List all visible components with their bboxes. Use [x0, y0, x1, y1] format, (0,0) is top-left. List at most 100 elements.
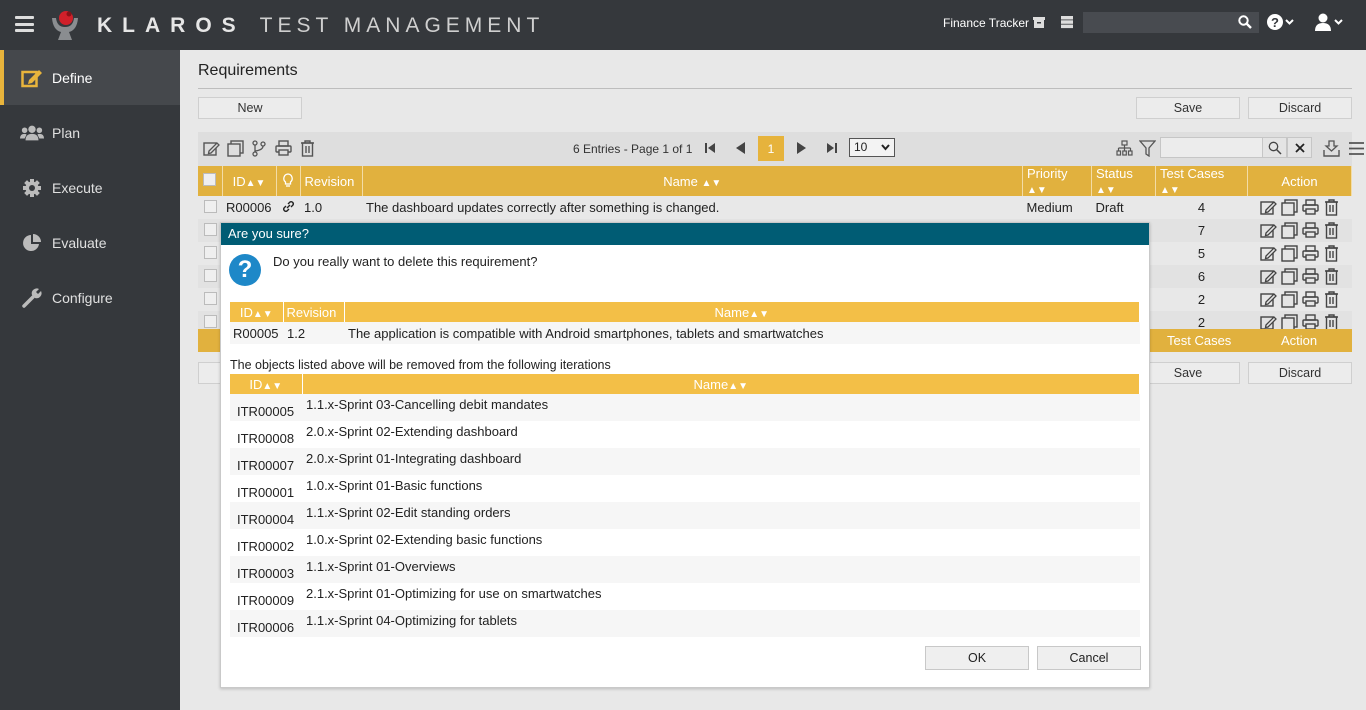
print-icon[interactable] — [1301, 291, 1319, 308]
edit-icon[interactable] — [1259, 291, 1277, 308]
column-menu-icon[interactable] — [1348, 140, 1365, 157]
column-priority[interactable]: Priority ▲▼ — [1022, 166, 1092, 196]
select-all-header[interactable] — [198, 166, 223, 196]
column-label: Status — [1096, 166, 1133, 181]
duplicate-icon[interactable] — [1280, 291, 1298, 308]
edit-icon[interactable] — [203, 140, 220, 157]
discard-button[interactable]: Discard — [1248, 97, 1352, 119]
save-button-bottom[interactable]: Save — [1136, 362, 1240, 384]
column-name[interactable]: Name▲▼ — [302, 374, 1140, 394]
delete-icon[interactable] — [1323, 268, 1340, 285]
row-checkbox[interactable] — [203, 268, 217, 282]
column-id[interactable]: ID▲▼ — [222, 166, 277, 196]
row-select-cell[interactable] — [198, 265, 222, 288]
row-select-cell[interactable] — [198, 288, 222, 311]
row-checkbox[interactable] — [203, 314, 217, 328]
duplicate-icon[interactable] — [1280, 199, 1298, 216]
select-all-checkbox[interactable] — [203, 173, 217, 186]
previous-page-icon[interactable] — [733, 141, 747, 155]
question-icon: ? — [229, 254, 261, 286]
table-header-row: ID▲▼ Revision Name▲▼ — [230, 302, 1140, 322]
row-checkbox[interactable] — [203, 291, 217, 305]
new-button[interactable]: New — [198, 97, 302, 119]
row-select-cell[interactable] — [198, 242, 222, 265]
row-select-cell[interactable] — [198, 196, 222, 219]
last-page-icon[interactable] — [825, 141, 839, 155]
sidebar-item-configure[interactable]: Configure — [0, 270, 180, 325]
edit-icon[interactable] — [1259, 245, 1277, 262]
row-checkbox[interactable] — [203, 222, 217, 236]
print-icon[interactable] — [1301, 268, 1319, 285]
archive-icon[interactable] — [1032, 15, 1046, 29]
link-icon[interactable] — [282, 200, 295, 213]
delete-icon[interactable] — [1323, 222, 1340, 239]
column-name[interactable]: Name▲▼ — [344, 302, 1140, 322]
next-page-icon[interactable] — [795, 141, 809, 155]
delete-icon[interactable] — [1323, 245, 1340, 262]
first-page-icon[interactable] — [703, 141, 717, 155]
iteration-row: ITR00009 2.1.x-Sprint 01-Optimizing for u… — [230, 583, 1140, 610]
branch-icon[interactable] — [251, 140, 268, 157]
requirement-revision: 1.2 — [283, 322, 344, 344]
column-revision[interactable]: Revision — [300, 166, 363, 196]
edit-icon[interactable] — [1259, 222, 1277, 239]
delete-icon[interactable] — [1323, 291, 1340, 308]
sidebar-item-plan[interactable]: Plan — [0, 105, 180, 160]
title-divider — [198, 88, 1352, 89]
column-id[interactable]: ID▲▼ — [230, 302, 284, 322]
sort-icon: ▲▼ — [262, 380, 283, 392]
duplicate-icon[interactable] — [1280, 268, 1298, 285]
dialog-title: Are you sure? — [221, 223, 1149, 245]
row-checkbox[interactable] — [203, 245, 217, 259]
requirement-name[interactable]: The dashboard updates correctly after so… — [362, 196, 1023, 219]
print-icon[interactable] — [1301, 222, 1319, 239]
help-menu[interactable]: ? — [1267, 13, 1297, 36]
iteration-id: ITR00008 — [237, 431, 295, 446]
filter-input[interactable] — [1160, 137, 1262, 158]
edit-icon[interactable] — [1259, 268, 1277, 285]
export-icon[interactable] — [1323, 140, 1340, 157]
current-page-button[interactable]: 1 — [758, 136, 784, 161]
filter-clear-button[interactable] — [1287, 137, 1312, 158]
requirement-id[interactable]: R00006 — [222, 196, 276, 219]
user-menu[interactable] — [1314, 13, 1346, 36]
cancel-button[interactable]: Cancel — [1037, 646, 1141, 670]
search-icon[interactable] — [1238, 15, 1252, 29]
column-id[interactable]: ID▲▼ — [230, 374, 303, 394]
requirement-id: R00005 — [230, 322, 283, 344]
column-action: Action — [1247, 166, 1352, 196]
filter-icon[interactable] — [1139, 140, 1156, 157]
duplicate-icon[interactable] — [227, 140, 244, 157]
project-name[interactable]: Finance Tracker — [943, 16, 1029, 30]
column-label: Name — [693, 376, 729, 392]
column-test-cases[interactable]: Test Cases ▲▼ — [1155, 166, 1248, 196]
row-select-cell[interactable] — [198, 219, 222, 242]
sidebar-item-execute[interactable]: Execute — [0, 160, 180, 215]
duplicate-icon[interactable] — [1280, 245, 1298, 262]
hierarchy-icon[interactable] — [1116, 140, 1133, 157]
delete-icon[interactable] — [299, 140, 316, 157]
hamburger-menu-icon[interactable] — [15, 16, 34, 32]
page-size-select[interactable]: 10 — [849, 138, 895, 157]
column-name[interactable]: Name ▲▼ — [362, 166, 1023, 196]
duplicate-icon[interactable] — [1280, 222, 1298, 239]
save-button[interactable]: Save — [1136, 97, 1240, 119]
sidebar-item-evaluate[interactable]: Evaluate — [0, 215, 180, 270]
column-status[interactable]: Status ▲▼ — [1091, 166, 1156, 196]
ok-button[interactable]: OK — [925, 646, 1029, 670]
pie-chart-icon — [20, 233, 44, 253]
filter-search-button[interactable] — [1262, 137, 1287, 158]
users-icon — [20, 123, 44, 143]
global-search-input[interactable] — [1083, 12, 1259, 33]
iteration-row: ITR00005 1.1.x-Sprint 03-Cancelling debit… — [230, 394, 1140, 421]
table-row[interactable]: R00006 1.0 The dashboard updates correctly… — [198, 196, 1352, 219]
print-icon[interactable] — [1301, 245, 1319, 262]
row-checkbox[interactable] — [203, 199, 217, 213]
discard-button-bottom[interactable]: Discard — [1248, 362, 1352, 384]
edit-icon[interactable] — [1259, 199, 1277, 216]
database-icon[interactable] — [1060, 15, 1074, 29]
print-icon[interactable] — [1301, 199, 1319, 216]
sidebar-item-define[interactable]: Define — [0, 50, 180, 105]
delete-icon[interactable] — [1323, 199, 1340, 216]
print-icon[interactable] — [275, 140, 292, 157]
